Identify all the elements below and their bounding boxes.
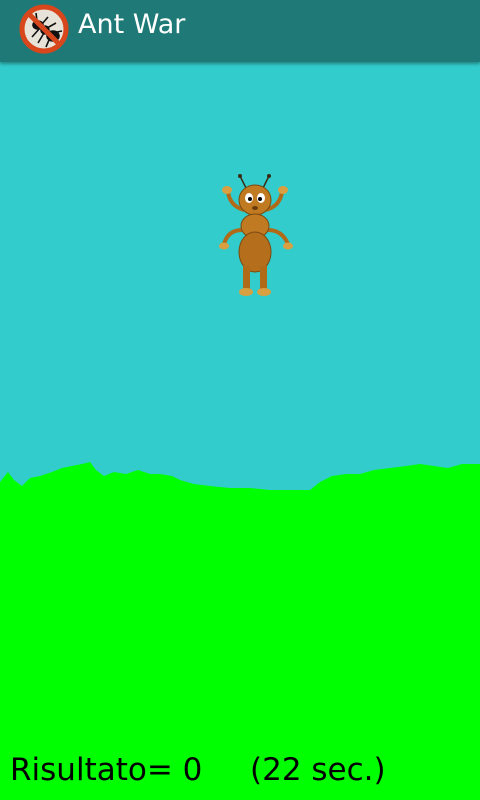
- game-area[interactable]: [0, 62, 480, 800]
- ant-character[interactable]: [216, 172, 294, 302]
- app-title: Ant War: [78, 9, 186, 40]
- score-label: Risultato= 0: [10, 752, 203, 788]
- timer-label: (22 sec.): [250, 752, 386, 788]
- app-bar: Ant War: [0, 0, 480, 62]
- no-ant-icon[interactable]: [18, 3, 70, 55]
